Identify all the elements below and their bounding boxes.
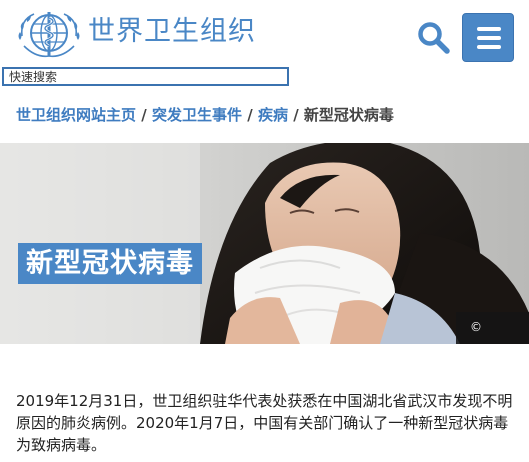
hamburger-menu-icon-bar (477, 45, 501, 49)
breadcrumb-current: 新型冠状病毒 (303, 106, 394, 124)
breadcrumb: 世卫组织网站主页 / 突发卫生事件 / 疾病 / 新型冠状病毒 (16, 104, 394, 126)
copyright-badge[interactable]: © (456, 312, 529, 344)
breadcrumb-diseases-link[interactable]: 疾病 (258, 106, 288, 124)
breadcrumb-separator: / (141, 106, 147, 124)
site-header: 世界卫生组织 (0, 0, 529, 66)
breadcrumb-home-link[interactable]: 世卫组织网站主页 (16, 106, 136, 124)
hero-title: 新型冠状病毒 (18, 243, 202, 284)
menu-button[interactable] (462, 13, 514, 62)
article-paragraph: 2019年12月31日，世卫组织驻华代表处获悉在中国湖北省武汉市发现不明原因的肺… (16, 392, 513, 454)
org-name[interactable]: 世界卫生组织 (88, 14, 256, 50)
search-icon[interactable] (416, 20, 450, 54)
hamburger-menu-icon (477, 27, 501, 31)
who-emblem-icon[interactable] (14, 6, 84, 60)
hamburger-menu-icon-bar (477, 36, 501, 40)
search-input[interactable] (2, 67, 289, 86)
breadcrumb-separator: / (247, 106, 253, 124)
breadcrumb-separator: / (293, 106, 299, 124)
breadcrumb-emergencies-link[interactable]: 突发卫生事件 (152, 106, 242, 124)
